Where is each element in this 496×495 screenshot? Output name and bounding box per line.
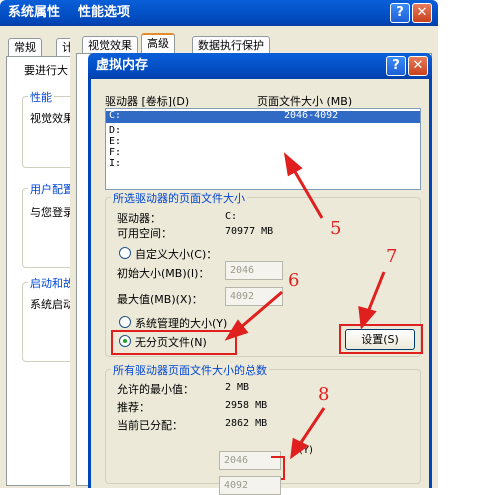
custom-size-radio[interactable] [119,247,131,259]
drive-label: 驱动器： [117,212,161,225]
tab-dep[interactable]: 数据执行保护 [192,36,270,54]
initial-size-input[interactable]: 2046 [225,261,283,280]
recommended-value: 2958 MB [225,400,268,411]
bottom-max-input[interactable]: 4092 [219,476,281,495]
initial-size-label: 初始大小(MB)(I)： [117,267,210,280]
group-user-profiles-title: 用户配置 [28,181,76,197]
recommended-label: 推荐： [117,401,150,414]
drive-list[interactable]: C: 2046-4092 D: E: F: I: [105,108,421,190]
dialog-help-button[interactable]: ? [386,56,406,76]
total-pagefile-group-title: 所有驱动器页面文件大小的总数 [111,362,269,378]
annotation-7: 7 [386,246,398,267]
tab-general[interactable]: 常规 [8,38,42,56]
min-allowed-value: 2 MB [225,382,250,393]
drive-letter: C: [109,110,122,121]
performance-options-title: 性能选项 [78,5,131,20]
system-managed-label[interactable]: 系统管理的大小(Y) [135,315,227,331]
drive-value: C: [225,211,238,222]
group-performance-title: 性能 [28,89,54,105]
min-allowed-label: 允许的最小值： [117,383,194,396]
drive-column-header: 驱动器 [卷标](D) [105,95,190,108]
max-size-input[interactable]: 4092 [225,287,283,306]
current-allocated-value: 2862 MB [225,418,268,429]
dialog-close-button[interactable]: ✕ [408,56,428,76]
performance-text: 视觉效果 [30,112,74,125]
virtual-memory-titlebar[interactable]: 虚拟内存 ? ✕ [88,53,432,79]
admin-note: 要进行大 [24,64,68,77]
y-hint-label: (Y) [299,445,313,456]
drive-row[interactable]: C: 2046-4092 [106,110,420,123]
current-allocated-label: 当前已分配： [117,419,183,432]
no-paging-label[interactable]: 无分页文件(N) [135,334,207,350]
drive-letter: I: [109,158,122,169]
annotation-6: 6 [288,270,300,291]
max-size-label: 最大值(MB)(X)： [117,293,203,306]
performance-options-titlebar[interactable]: 性能选项 ? ✕ [70,0,438,26]
annotation-8: 8 [318,384,330,405]
drive-pagefile-size: 2046-4092 [284,110,339,121]
tab-advanced[interactable]: 高级 [141,33,175,54]
startup-text: 系统启动 [30,298,74,311]
system-properties-window: 常规 计 要进行大 性能 视觉效果 用户配置 与您登录 启动和故 系统启动 [0,26,86,488]
selected-drive-group-title: 所选驱动器的页面文件大小 [111,190,247,206]
group-startup-title: 启动和故 [28,275,76,291]
custom-size-label[interactable]: 自定义大小(C)： [135,246,217,262]
pagefile-column-header: 页面文件大小 (MB) [257,95,353,108]
user-profiles-text: 与您登录 [30,206,74,219]
help-button[interactable]: ? [390,3,410,23]
set-button[interactable]: 设置(S) [345,329,415,350]
annotation-5: 5 [330,218,342,239]
virtual-memory-dialog: 驱动器 [卷标](D) 页面文件大小 (MB) C: 2046-4092 D: … [88,79,432,495]
space-label: 可用空间： [117,227,172,240]
close-button[interactable]: ✕ [412,3,432,23]
space-value: 70977 MB [225,226,274,237]
drive-row[interactable]: I: [109,156,121,169]
virtual-memory-title: 虚拟内存 [96,58,149,73]
no-paging-radio[interactable] [119,335,131,347]
tab-visual-effects[interactable]: 视觉效果 [82,36,138,54]
system-properties-title: 系统属性 [8,5,61,20]
system-managed-radio[interactable] [119,316,131,328]
